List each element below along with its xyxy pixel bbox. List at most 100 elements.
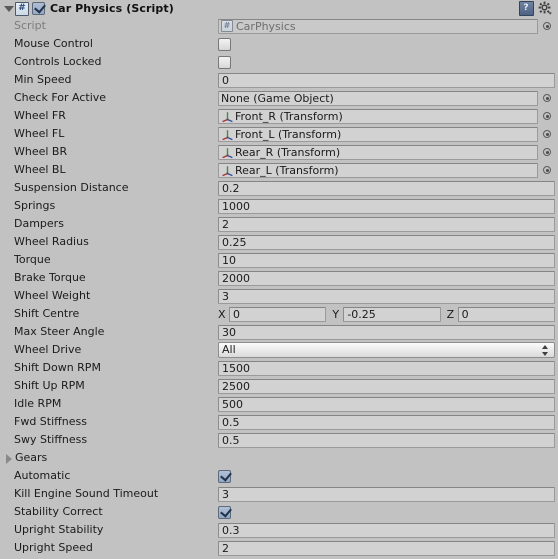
object-picker-icon[interactable] xyxy=(540,109,555,124)
number-input[interactable]: 30 xyxy=(218,324,555,340)
property-row: Springs 1000 xyxy=(0,197,558,215)
property-label: Wheel FR xyxy=(14,109,66,122)
property-label: Idle RPM xyxy=(14,397,62,410)
property-row: Wheel FL Front_L (Transform) xyxy=(0,125,558,143)
number-input[interactable]: 0.3 xyxy=(218,522,555,538)
object-field[interactable]: Front_R (Transform) xyxy=(218,108,538,124)
vector3-field: X 0 Y -0.25 Z 0 xyxy=(218,306,555,322)
axis-label-z: Z xyxy=(446,307,455,321)
checkbox-toggle[interactable] xyxy=(218,468,232,483)
property-label: Check For Active xyxy=(14,91,107,104)
object-picker-icon[interactable] xyxy=(540,19,555,34)
property-field: X 0 Y -0.25 Z 0 xyxy=(218,305,558,323)
component-title: Car Physics (Script) xyxy=(50,2,174,15)
checkbox-toggle[interactable] xyxy=(218,55,231,69)
property-row: Torque 10 xyxy=(0,251,558,269)
number-input[interactable]: 0.25 xyxy=(218,234,555,250)
object-field[interactable]: None (Game Object) xyxy=(218,90,538,106)
number-input[interactable]: 0.2 xyxy=(218,180,555,196)
property-field: 3 xyxy=(218,287,558,305)
property-field xyxy=(218,467,558,485)
object-picker-icon[interactable] xyxy=(540,127,555,142)
property-field: 0 xyxy=(218,71,558,89)
component-foldout-icon[interactable] xyxy=(3,3,14,14)
property-row: Fwd Stiffness 0.5 xyxy=(0,413,558,431)
property-row: Wheel Drive All xyxy=(0,341,558,359)
vector3-input-z[interactable]: 0 xyxy=(457,306,555,322)
property-rows: Script CarPhysics Mouse Control Controls Lo… xyxy=(0,17,558,557)
number-input[interactable]: 2 xyxy=(218,540,555,556)
property-field: 500 xyxy=(218,395,558,413)
property-label: Shift Down RPM xyxy=(14,361,101,374)
component-header[interactable]: Car Physics (Script) xyxy=(0,0,558,17)
property-label: Upright Speed xyxy=(14,541,93,554)
checkmark-icon xyxy=(34,1,46,14)
property-label: Springs xyxy=(14,199,56,212)
property-field: Front_L (Transform) xyxy=(218,125,558,143)
vector3-input-x[interactable]: 0 xyxy=(229,306,327,322)
object-picker-icon[interactable] xyxy=(540,145,555,160)
checkbox-toggle[interactable] xyxy=(218,37,231,51)
checkbox-toggle[interactable] xyxy=(218,504,232,519)
property-label: Max Steer Angle xyxy=(14,325,105,338)
vector3-input-y[interactable]: -0.25 xyxy=(343,306,441,322)
help-book-icon[interactable] xyxy=(519,1,534,16)
property-field: 2000 xyxy=(218,269,558,287)
property-field: 1500 xyxy=(218,359,558,377)
property-label: Upright Stability xyxy=(14,523,104,536)
number-input[interactable]: 500 xyxy=(218,396,555,412)
object-picker-icon[interactable] xyxy=(540,91,555,106)
property-foldout-icon[interactable] xyxy=(3,453,14,464)
property-row: Upright Speed 2 xyxy=(0,539,558,557)
number-input[interactable]: 3 xyxy=(218,486,555,502)
property-field: 2 xyxy=(218,539,558,557)
property-field: 0.5 xyxy=(218,431,558,449)
property-row: Wheel FR Front_R (Transform) xyxy=(0,107,558,125)
number-input[interactable]: 1000 xyxy=(218,198,555,214)
csharp-script-icon xyxy=(221,20,233,32)
object-picker-icon[interactable] xyxy=(540,163,555,178)
object-field-value: Rear_R (Transform) xyxy=(235,145,341,159)
number-input[interactable]: 0.5 xyxy=(218,414,555,430)
property-row: Brake Torque 2000 xyxy=(0,269,558,287)
gear-icon[interactable] xyxy=(538,1,553,16)
number-input[interactable]: 10 xyxy=(218,252,555,268)
property-row: Controls Locked xyxy=(0,53,558,71)
property-label: Script xyxy=(14,19,46,32)
property-label: Controls Locked xyxy=(14,55,102,68)
object-field[interactable]: CarPhysics xyxy=(218,18,538,34)
property-row: Shift Centre X 0 Y -0.25 Z 0 xyxy=(0,305,558,323)
object-field-value: Front_R (Transform) xyxy=(235,109,343,123)
axis-label-x: X xyxy=(218,307,226,321)
object-field[interactable]: Rear_R (Transform) xyxy=(218,144,538,160)
transform-icon xyxy=(221,110,234,123)
property-label: Min Speed xyxy=(14,73,72,86)
property-field: 2 xyxy=(218,215,558,233)
property-field: 0.25 xyxy=(218,233,558,251)
property-label: Suspension Distance xyxy=(14,181,129,194)
property-field: Rear_R (Transform) xyxy=(218,143,558,161)
property-label: Kill Engine Sound Timeout xyxy=(14,487,159,500)
property-field: 0.2 xyxy=(218,179,558,197)
property-field: None (Game Object) xyxy=(218,89,558,107)
number-input[interactable]: 2000 xyxy=(218,270,555,286)
component-enabled-checkbox[interactable] xyxy=(32,1,46,15)
property-label: Wheel BR xyxy=(14,145,68,158)
number-input[interactable]: 3 xyxy=(218,288,555,304)
property-field: Rear_L (Transform) xyxy=(218,161,558,179)
object-field[interactable]: Front_L (Transform) xyxy=(218,126,538,142)
property-row: Max Steer Angle 30 xyxy=(0,323,558,341)
number-input[interactable]: 2500 xyxy=(218,378,555,394)
property-row: Wheel BL Rear_L (Transform) xyxy=(0,161,558,179)
number-input[interactable]: 1500 xyxy=(218,360,555,376)
number-input[interactable]: 0.5 xyxy=(218,432,555,448)
property-label: Wheel FL xyxy=(14,127,65,140)
property-field: CarPhysics xyxy=(218,17,558,35)
number-input[interactable]: 2 xyxy=(218,216,555,232)
property-row: Suspension Distance 0.2 xyxy=(0,179,558,197)
object-field[interactable]: Rear_L (Transform) xyxy=(218,162,538,178)
property-label: Shift Centre xyxy=(14,307,80,320)
dropdown-select[interactable]: All xyxy=(218,342,555,358)
number-input[interactable]: 0 xyxy=(218,72,555,88)
property-field: Front_R (Transform) xyxy=(218,107,558,125)
